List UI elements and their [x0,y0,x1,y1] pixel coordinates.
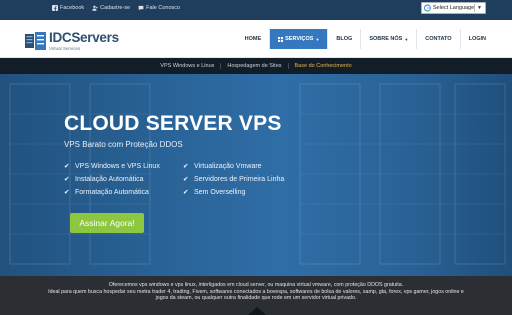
google-icon [424,4,431,12]
section-notch [248,307,266,315]
feature-item: ✔ Virtualização Vmware [183,162,262,171]
subnav-item-vps[interactable]: VPS Windows e Linux [154,63,220,69]
brand-name: IDCServers [49,30,119,45]
sub-nav: VPS Windows e Linux Hospedagem de Sites … [0,58,512,74]
check-icon: ✔ [183,163,189,170]
feature-label: Instalação Automática [75,175,144,183]
top-bar: Facebook Cadastre-se Fale Conosco Select… [0,0,512,20]
subscribe-now-button[interactable]: Assinar Agora! [70,213,144,233]
description-line: Oferecemos vps windows e vps linux, inte… [108,282,404,288]
chevron-down-icon: ▼ [404,36,409,42]
nav-item-label: LOGIN [468,36,486,42]
hero-subtitle: VPS Barato com Proteção DDOS [64,140,183,149]
chevron-down-icon: ▼ [315,36,320,42]
check-icon: ✔ [183,176,189,183]
facebook-icon [52,5,58,11]
subnav-item-hosting[interactable]: Hospedagem de Sites [220,63,287,69]
nav-item-blog[interactable]: BLOG [327,29,360,49]
nav-item-about[interactable]: SOBRE NÓS ▼ [360,29,416,49]
check-icon: ✔ [64,163,70,170]
feature-label: VPS Windows e VPS Linux [75,162,160,170]
feature-item: ✔ Instalação Automática [64,175,144,184]
facebook-label: Facebook [60,5,85,11]
description-line: jogos da steam, ou qualquer outra finali… [155,295,357,302]
check-icon: ✔ [183,189,189,196]
hero-banner: CLOUD SERVER VPS VPS Barato com Proteção… [0,74,512,276]
feature-label: Virtualização Vmware [194,162,262,170]
feature-label: Sem Overselling [194,188,246,196]
nav-item-contact[interactable]: CONTATO [416,29,459,49]
feature-item: ✔ Servidores de Primeira Linha [183,175,285,184]
logo[interactable]: IDCServers Virtual Services [25,30,119,52]
hero-title: CLOUD SERVER VPS [64,112,282,135]
top-links: Facebook Cadastre-se Fale Conosco [52,5,180,11]
subnav-item-knowledge-base[interactable]: Base do Conhecimento [287,63,358,69]
description-line: Ideal para quem busca hospedar seu metra… [48,288,464,295]
feature-label: Formatação Automática [75,188,149,196]
logo-mark-icon [25,31,46,50]
register-link[interactable]: Cadastre-se [92,5,130,11]
language-select[interactable]: Select Language ▼ [421,2,486,14]
nav-item-label: SERVIÇOS [285,36,314,42]
check-icon: ✔ [64,176,70,183]
user-plus-icon [92,5,98,11]
nav-item-label: BLOG [336,36,353,42]
nav-item-label: SOBRE NÓS [369,36,403,42]
nav-item-services[interactable]: SERVIÇOS ▼ [269,29,328,49]
feature-item: ✔ VPS Windows e VPS Linux [64,162,160,171]
check-icon: ✔ [64,189,70,196]
nav-item-home[interactable]: HOME [237,29,270,49]
brand-tagline: Virtual Services [49,46,81,51]
nav-item-label: HOME [244,36,262,42]
register-label: Cadastre-se [100,5,131,11]
feature-item: ✔ Sem Overselling [183,188,246,197]
main-nav: HOME SERVIÇOS ▼ BLOG SOBRE NÓS ▼ CONTATO… [237,29,494,49]
grid-icon [278,36,284,42]
chat-icon [138,5,144,11]
feature-item: ✔ Formatação Automática [64,188,149,197]
language-select-divider [474,4,476,12]
facebook-link[interactable]: Facebook [52,5,84,11]
feature-label: Servidores de Primeira Linha [194,175,285,183]
site-header: IDCServers Virtual Services HOME SERVIÇO… [0,20,512,58]
nav-item-login[interactable]: LOGIN [459,29,494,49]
nav-item-label: CONTATO [425,36,452,42]
language-select-label: Select Language [432,5,475,11]
contact-link[interactable]: Fale Conosco [138,5,180,11]
chevron-down-icon: ▼ [477,5,482,11]
logo-text: IDCServers Virtual Services [49,30,119,52]
contact-label: Fale Conosco [146,5,181,11]
